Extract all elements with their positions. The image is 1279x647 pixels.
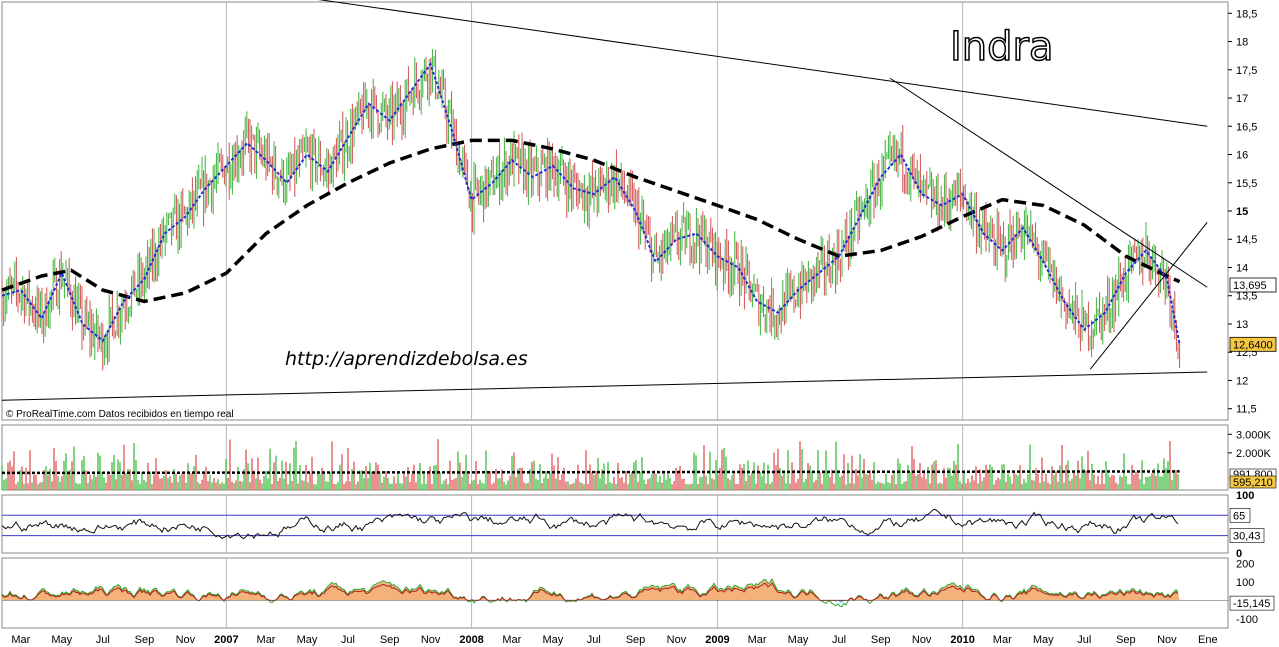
x-tick-label: May [297, 634, 318, 646]
x-tick-label: Nov [421, 634, 441, 646]
y-tick-label: 11,5 [1236, 404, 1257, 416]
x-tick-label: Jul [341, 634, 355, 646]
x-tick-label: Sep [871, 634, 891, 646]
x-tick-label: 2007 [214, 634, 238, 646]
x-tick-label: 2010 [950, 634, 974, 646]
x-tick-label: May [1033, 634, 1054, 646]
x-tick-label: Mar [748, 634, 767, 646]
x-tick-label: Sep [626, 634, 646, 646]
x-tick-label: May [788, 634, 809, 646]
oscillator-last-value: 30,43 [1233, 531, 1261, 543]
momentum-tick-label: -100 [1236, 614, 1258, 626]
y-tick-label: 16 [1236, 150, 1248, 162]
x-tick-label: Nov [912, 634, 932, 646]
oscillator-tick-label: 100 [1236, 490, 1254, 502]
x-tick-label: 2009 [705, 634, 729, 646]
y-tick-label: 12 [1236, 375, 1248, 387]
y-tick-label: 14,5 [1236, 234, 1257, 246]
momentum-tick-label: 100 [1236, 577, 1254, 589]
y-tick-label: 17,5 [1236, 65, 1257, 77]
momentum-last-value: -15,145 [1233, 598, 1270, 610]
x-tick-label: Mar [257, 634, 276, 646]
credit-text: © ProRealTime.com Datos recibidos en tie… [6, 409, 234, 420]
x-tick-label: Sep [135, 634, 155, 646]
y-tick-label: 18,5 [1236, 8, 1257, 20]
y-tick-label: 13,5 [1236, 291, 1257, 303]
oscillator-panel [1, 494, 1229, 554]
y-tick-label: 15 [1236, 206, 1248, 218]
chart-title: Indra [950, 24, 1054, 70]
x-tick-label: 2008 [459, 634, 483, 646]
x-tick-label: Jul [832, 634, 846, 646]
x-tick-label: Nov [1157, 634, 1177, 646]
volume-last-value: 595,210 [1233, 477, 1273, 489]
y-tick-label: 18 [1236, 37, 1248, 49]
chart-canvas: Mar May Jul Sep Nov 2007 Mar May Jul Sep Nov 2008 Ma… [0, 0, 1279, 647]
y-tick-label: 15,5 [1236, 178, 1257, 190]
x-tick-label: Jul [1077, 634, 1091, 646]
momentum-tick-label: 200 [1236, 559, 1254, 571]
x-tick-label: Nov [176, 634, 196, 646]
y-tick-label: 16,5 [1236, 121, 1257, 133]
volume-tick-label: 2.000K [1236, 448, 1272, 460]
x-tick-label: Mar [993, 634, 1012, 646]
x-tick-label: Sep [380, 634, 400, 646]
sma-price-box-text: 13,695 [1233, 280, 1267, 292]
x-tick-label: May [542, 634, 563, 646]
volume-tick-label: 3.000K [1236, 429, 1272, 441]
x-tick-label: Ene [1198, 634, 1218, 646]
y-tick-label: 17 [1236, 93, 1248, 105]
watermark-url: http://aprendizdebolsa.es [285, 348, 528, 370]
x-tick-label: Mar [11, 634, 30, 646]
y-tick-label: 14 [1236, 262, 1248, 274]
last-price-box-text: 12,6400 [1233, 339, 1273, 351]
oscillator-level-value: 65 [1233, 510, 1245, 522]
x-tick-label: May [51, 634, 72, 646]
volume-panel [1, 424, 1229, 491]
y-tick-label: 13 [1236, 319, 1248, 331]
x-tick-label: Nov [667, 634, 687, 646]
x-tick-label: Jul [587, 634, 601, 646]
x-tick-label: Sep [1116, 634, 1136, 646]
x-tick-label: Jul [96, 634, 110, 646]
x-tick-label: Mar [502, 634, 521, 646]
